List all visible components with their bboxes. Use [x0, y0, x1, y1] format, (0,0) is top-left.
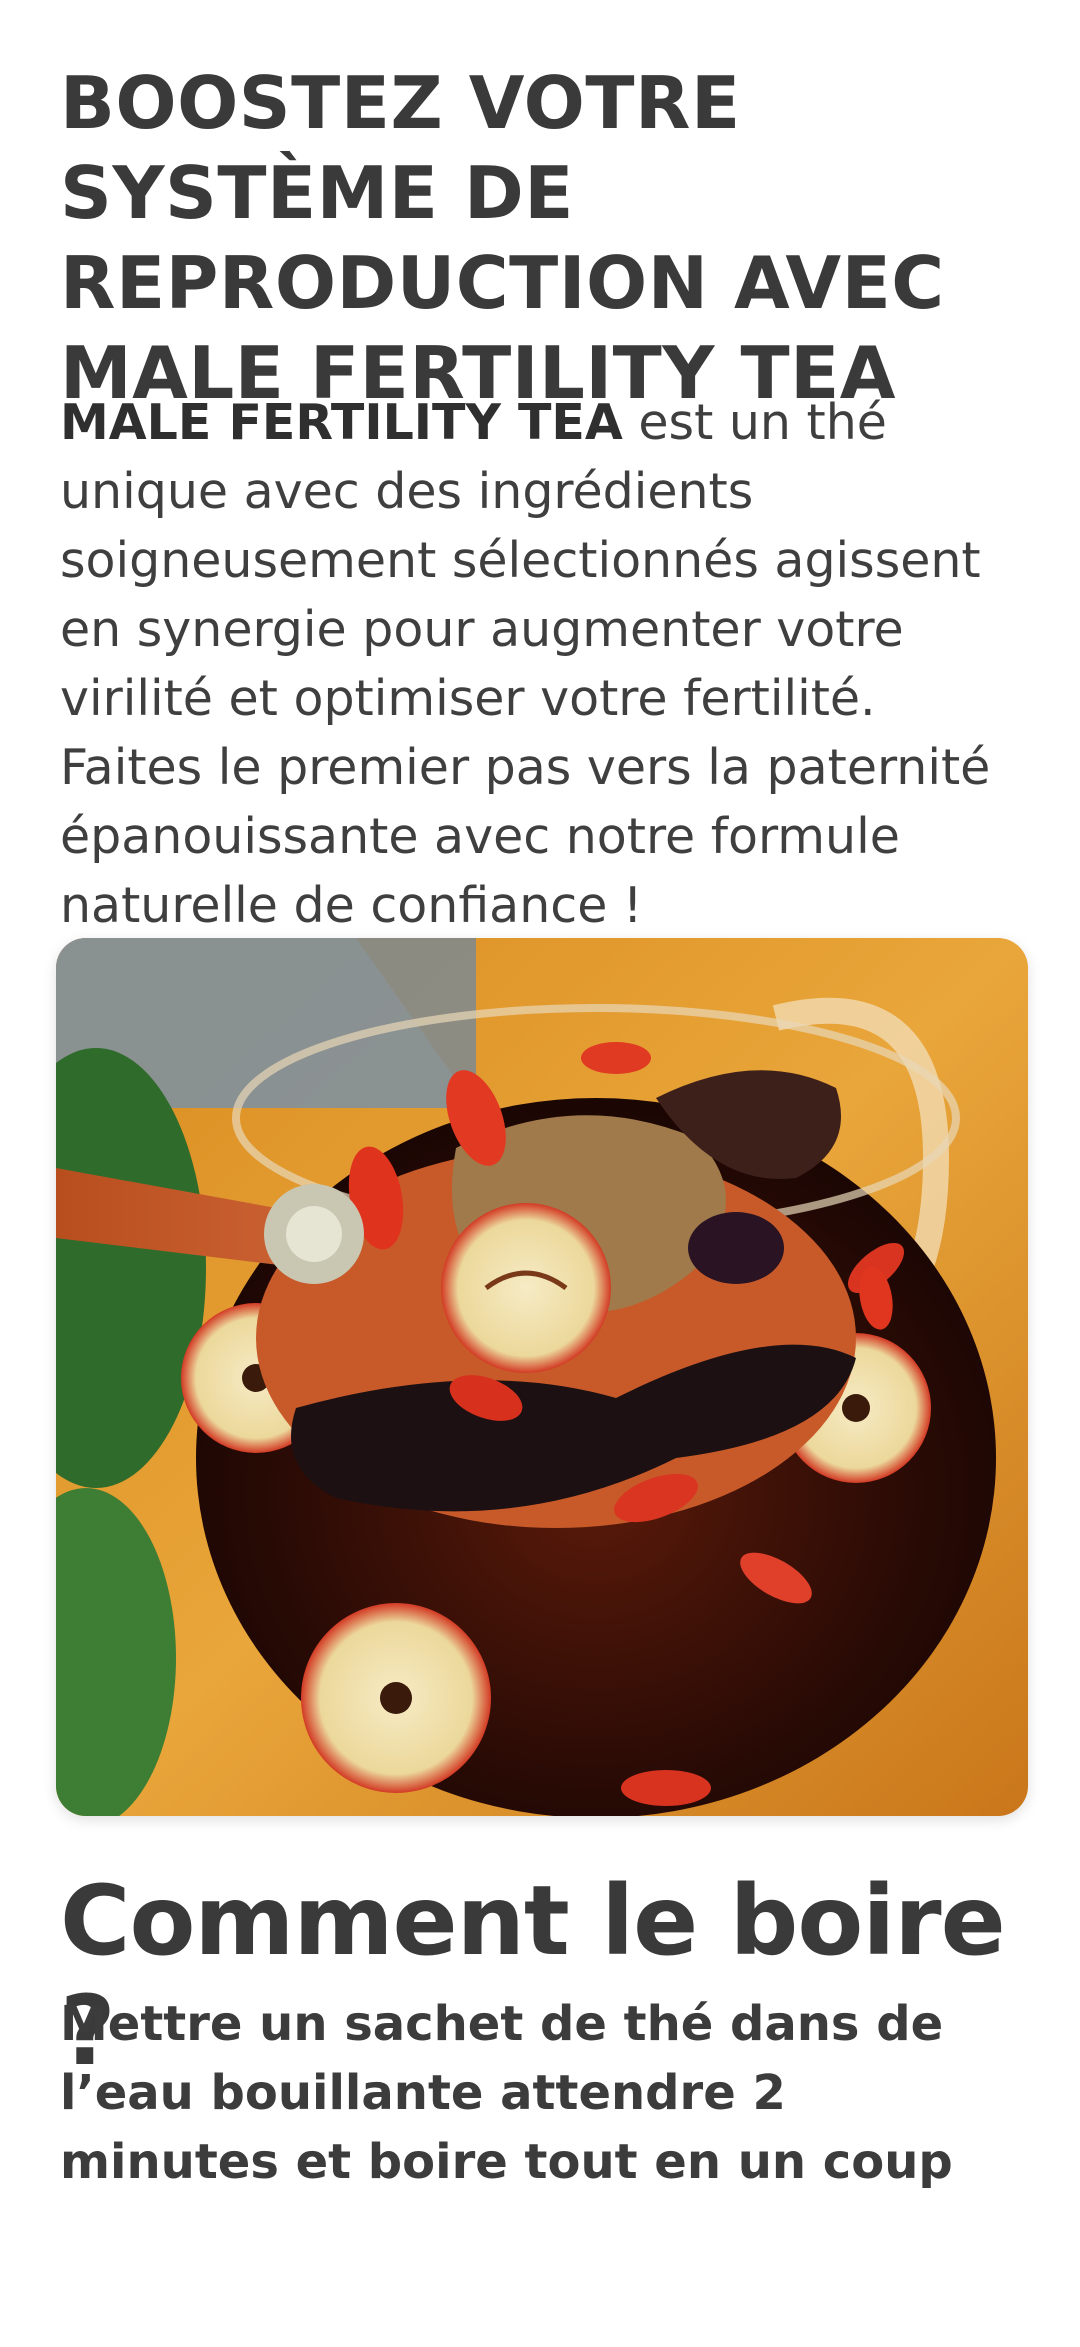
page-headline: BOOSTEZ VOTRE SYSTÈME DE REPRODUCTION AV… [60, 61, 945, 415]
product-description-page: BOOSTEZ VOTRE SYSTÈME DE REPRODUCTION AV… [0, 0, 1080, 2347]
intro-text: est un thé unique avec des ingrédients s… [60, 394, 991, 934]
product-name: MALE FERTILITY TEA [60, 394, 623, 451]
intro-paragraph: MALE FERTILITY TEA est un thé unique ave… [60, 388, 1020, 940]
product-photo [56, 938, 1028, 1816]
how-to-drink-instructions: Mettre un sachet de thé dans de l’eau bo… [60, 1996, 953, 2190]
